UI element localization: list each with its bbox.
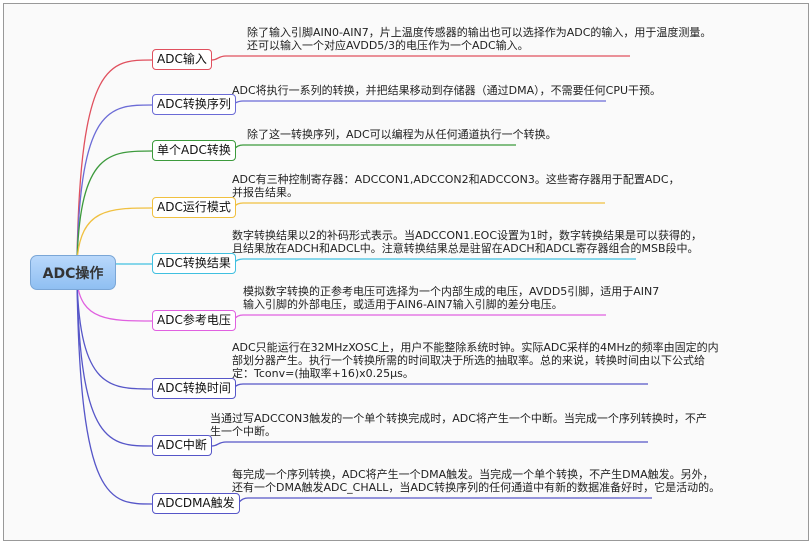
branch-node[interactable]: ADCDMA触发 bbox=[152, 493, 240, 514]
description-underline bbox=[223, 144, 516, 152]
description-line: 还可以输入一个对应AVDD5/3的电压作为一个ADC输入。 bbox=[247, 39, 529, 52]
branch-node[interactable]: ADC转换时间 bbox=[152, 378, 236, 399]
mindmap-links bbox=[76, 55, 652, 505]
description-underline bbox=[223, 100, 606, 106]
description-underline bbox=[223, 258, 636, 265]
branch-node[interactable]: ADC转换序列 bbox=[152, 94, 236, 115]
branch-label: ADCDMA触发 bbox=[157, 496, 235, 510]
description-line: 生一个中断。 bbox=[210, 425, 276, 438]
description-underline bbox=[223, 383, 648, 390]
description-line: 并报告结果。 bbox=[232, 186, 298, 199]
branch-node[interactable]: ADC转换结果 bbox=[152, 253, 236, 274]
branch-description: 除了这一转换序列，ADC可以编程为从任何通道执行一个转换。 bbox=[247, 128, 557, 141]
branch-description: ADC有三种控制寄存器：ADCCON1,ADCCON2和ADCCON3。这些寄存… bbox=[232, 173, 680, 199]
branch-link bbox=[76, 279, 153, 390]
description-underline bbox=[223, 202, 605, 209]
branch-description: 当通过写ADCCON3触发的一个单个转换完成时，ADC将产生一个中断。当完成一个… bbox=[210, 412, 707, 438]
description-underline bbox=[223, 314, 606, 322]
branch-label: ADC转换序列 bbox=[157, 97, 231, 111]
description-line: ADC有三种控制寄存器：ADCCON1,ADCCON2和ADCCON3。这些寄存… bbox=[232, 173, 680, 186]
description-line: 每完成一个序列转换，ADC将产生一个DMA触发。当完成一个单个转换，不产生DMA… bbox=[232, 468, 714, 481]
root-label: ADC操作 bbox=[42, 265, 104, 282]
branch-link bbox=[76, 150, 153, 263]
description-line: 定：Tconv=(抽取率+16)x0.25μs。 bbox=[232, 367, 414, 380]
description-line: 除了这一转换序列，ADC可以编程为从任何通道执行一个转换。 bbox=[247, 128, 557, 141]
branch-link bbox=[76, 279, 153, 447]
description-line: 还有一个DMA触发ADC_CHALL，当ADC转换序列的任何通道中有新的数据准备… bbox=[232, 481, 721, 494]
branch-description: ADC将执行一系列的转换，并把结果移动到存储器（通过DMA），不需要任何CPU干… bbox=[232, 84, 661, 97]
branch-node[interactable]: ADC中断 bbox=[152, 435, 212, 456]
branch-description: 数字转换结果以2的补码形式表示。当ADCCON1.EOC设置为1时，数字转换结果… bbox=[232, 229, 702, 255]
branch-link bbox=[76, 59, 153, 263]
branch-description: ADC只能运行在32MHzXOSC上，用户不能整除系统时钟。实际ADC采样的4M… bbox=[232, 341, 719, 380]
branch-node[interactable]: 单个ADC转换 bbox=[152, 140, 236, 161]
branch-link bbox=[76, 279, 153, 505]
description-line: 输入引脚的外部电压，或适用于AIN6-AIN7输入引脚的差分电压。 bbox=[243, 298, 563, 311]
description-line: 当通过写ADCCON3触发的一个单个转换完成时，ADC将产生一个中断。当完成一个… bbox=[210, 412, 707, 425]
description-underline bbox=[206, 441, 648, 447]
description-line: ADC将执行一系列的转换，并把结果移动到存储器（通过DMA），不需要任何CPU干… bbox=[232, 84, 662, 97]
branch-link bbox=[76, 207, 153, 263]
branch-label: ADC运行模式 bbox=[157, 200, 231, 214]
branch-label: 单个ADC转换 bbox=[157, 143, 231, 157]
description-underline bbox=[228, 497, 652, 505]
branch-node[interactable]: ADC运行模式 bbox=[152, 197, 236, 218]
branch-label: ADC中断 bbox=[157, 438, 207, 452]
branch-label: ADC转换结果 bbox=[157, 256, 231, 270]
branch-label: ADC输入 bbox=[157, 52, 207, 66]
root-node[interactable]: ADC操作 bbox=[30, 255, 116, 290]
branch-node[interactable]: ADC参考电压 bbox=[152, 310, 236, 331]
branch-description: 除了输入引脚AIN0-AIN7，片上温度传感器的输出也可以选择作为ADC的输入，… bbox=[247, 26, 711, 52]
description-line: 数字转换结果以2的补码形式表示。当ADCCON1.EOC设置为1时，数字转换结果… bbox=[232, 229, 703, 242]
description-line: 模拟数字转换的正参考电压可选择为一个内部生成的电压，AVDD5引脚，适用于AIN… bbox=[243, 285, 660, 298]
description-line: 除了输入引脚AIN0-AIN7，片上温度传感器的输出也可以选择作为ADC的输入，… bbox=[247, 26, 712, 39]
branch-description: 每完成一个序列转换，ADC将产生一个DMA触发。当完成一个单个转换，不产生DMA… bbox=[232, 468, 720, 494]
branch-label: ADC转换时间 bbox=[157, 381, 231, 395]
description-line: ADC只能运行在32MHzXOSC上，用户不能整除系统时钟。实际ADC采样的4M… bbox=[232, 341, 719, 354]
description-line: 且结果放在ADCH和ADCL中。注意转换结果总是驻留在ADCH和ADCL寄存器组… bbox=[232, 242, 699, 255]
branch-label: ADC参考电压 bbox=[157, 313, 231, 327]
branch-description: 模拟数字转换的正参考电压可选择为一个内部生成的电压，AVDD5引脚，适用于AIN… bbox=[243, 285, 659, 311]
branch-node[interactable]: ADC输入 bbox=[152, 49, 212, 70]
description-underline bbox=[206, 55, 630, 61]
description-line: 部划分器产生。执行一个转换所需的时间取决于所选的抽取率。总的来说，转换时间由以下… bbox=[232, 354, 705, 367]
